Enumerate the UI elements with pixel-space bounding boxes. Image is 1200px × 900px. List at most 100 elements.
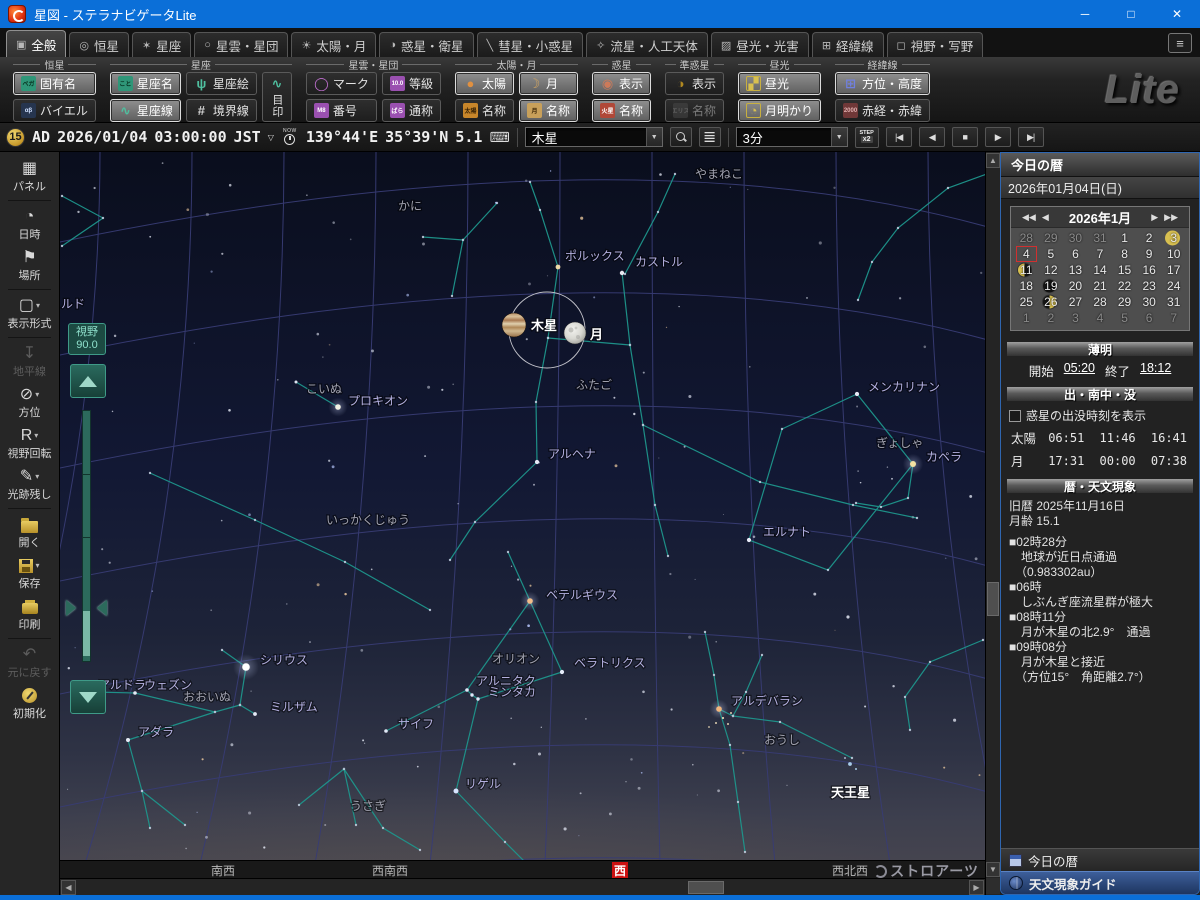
calendar-day[interactable]: 27 <box>1063 294 1088 310</box>
play-button[interactable]: ▶ <box>984 127 1011 147</box>
keyboard-icon[interactable]: ⌨ <box>489 129 509 146</box>
ribbon-button-1-0[interactable]: こと 星座名 <box>109 72 181 95</box>
tab-10[interactable]: ◻ 視野・写野 <box>886 32 984 57</box>
twilight-end-link[interactable]: 18:12 <box>1140 361 1171 380</box>
timezone-dropdown-icon[interactable]: ▽ <box>268 133 274 142</box>
horizontal-scrollbar[interactable]: ◀ ▶ <box>60 878 985 895</box>
ribbon-button-0-0[interactable]: ベガ 固有名 <box>13 72 96 95</box>
object-list-button[interactable]: ≣ <box>698 127 721 147</box>
tab-4[interactable]: ☀ 太陽・月 <box>291 32 377 57</box>
ribbon-button-2-3[interactable]: ばら 通称 <box>381 99 441 122</box>
scroll-right-icon[interactable]: ▶ <box>969 880 984 895</box>
calendar-day[interactable]: 6 <box>1137 310 1162 326</box>
sidebar-item-8[interactable]: ⊘ ▾ 方位 <box>0 382 59 423</box>
ribbon-button-4-0[interactable]: ◉ 表示 <box>591 72 651 95</box>
vertical-scroll-thumb[interactable] <box>987 582 999 616</box>
twilight-start-link[interactable]: 05:20 <box>1064 361 1095 380</box>
tab-1[interactable]: ◎ 恒星 <box>69 32 130 57</box>
calendar-prev-icon[interactable]: ◀ <box>1039 212 1052 222</box>
calendar-day[interactable]: 17 <box>1161 262 1186 278</box>
sidebar-item-17[interactable]: 初期化 <box>0 683 59 724</box>
panel-tab-1[interactable]: 天文現象ガイド <box>1001 871 1199 894</box>
calendar-day[interactable]: 12 <box>1039 262 1064 278</box>
calendar-day[interactable]: 5 <box>1039 246 1064 262</box>
scroll-down-icon[interactable]: ▼ <box>986 862 1000 877</box>
ribbon-button-7-0[interactable]: ⊞ 方位・高度 <box>835 72 931 95</box>
ribbon-button-2-0[interactable]: ◯ マーク <box>305 72 377 95</box>
calendar-day[interactable]: 10 <box>1161 246 1186 262</box>
step-button[interactable]: STEP x2 <box>854 126 879 148</box>
calendar-day[interactable]: 21 <box>1088 278 1113 294</box>
tab-7[interactable]: ✧ 流星・人工天体 <box>586 32 708 57</box>
sidebar-item-5[interactable]: ▢ ▾ 表示形式 <box>0 293 59 334</box>
play-back-button[interactable]: ◀ <box>918 127 945 147</box>
horizontal-scroll-thumb[interactable] <box>688 881 724 894</box>
tab-2[interactable]: ✶ 星座 <box>132 32 192 57</box>
calendar-day[interactable]: 7 <box>1088 246 1113 262</box>
now-button[interactable]: NOW <box>281 129 299 145</box>
sidebar-item-10[interactable]: ✎ ▾ 光跡残し <box>0 464 59 505</box>
scroll-left-icon[interactable]: ◀ <box>61 880 76 895</box>
star-chart[interactable]: やまねこ かに ポルックス カストル 木星月こいぬ プロキオン ふたご アルヘナ メンカリナンぎ… <box>60 152 985 860</box>
ribbon-button-3-3[interactable]: 月名称 <box>518 99 578 122</box>
calendar-day[interactable]: 1 <box>1112 230 1137 246</box>
calendar-day[interactable]: 23 <box>1137 278 1162 294</box>
date-value[interactable]: 2026/01/04 <box>57 128 147 146</box>
ribbon-button-4-1[interactable]: 火星 名称 <box>591 99 651 122</box>
ribbon-button-1-3[interactable]: # 境界線 <box>185 99 257 122</box>
calendar-day[interactable]: 4 <box>1088 310 1113 326</box>
ribbon-button-6-0[interactable]: ▞ 昼光 <box>738 72 822 95</box>
calendar-day[interactable]: 31 <box>1088 230 1113 246</box>
ribbon-button-1-tall[interactable]: ∿ 目印 <box>261 72 292 122</box>
sidebar-item-12[interactable]: 開く <box>0 512 59 553</box>
stop-button[interactable]: ■ <box>951 127 978 147</box>
ribbon-button-6-1[interactable]: ◔ 月明かり <box>738 99 822 122</box>
time-value[interactable]: 03:00:00 <box>154 128 226 146</box>
calendar-day[interactable]: 28 <box>1014 230 1039 246</box>
calendar-day[interactable]: 5 <box>1112 310 1137 326</box>
calendar-day[interactable]: 18 <box>1014 278 1039 294</box>
calendar-day[interactable]: 25 <box>1014 294 1039 310</box>
skip-forward-button[interactable]: ▶| <box>1017 127 1044 147</box>
sidebar-item-3[interactable]: ⚑ 場所 <box>0 245 59 286</box>
tab-9[interactable]: ⊞ 経緯線 <box>811 32 884 57</box>
calendar-day[interactable]: 19 <box>1039 278 1064 294</box>
calendar-day[interactable]: 24 <box>1161 278 1186 294</box>
calendar-day[interactable]: 2 <box>1137 230 1162 246</box>
zoom-slider-track[interactable] <box>82 410 91 662</box>
menu-icon[interactable]: ≡ <box>1168 33 1192 53</box>
minimize-button[interactable]: ─ <box>1062 0 1108 28</box>
ribbon-button-3-0[interactable]: ● 太陽 <box>454 72 514 95</box>
calendar-day[interactable]: 11 <box>1014 262 1039 278</box>
calendar-prev-icon[interactable]: ◀◀ <box>1019 212 1039 222</box>
ribbon-button-5-0[interactable]: ◑ 表示 <box>665 72 725 95</box>
limit-magnitude-value[interactable]: 5.1 <box>455 128 482 146</box>
calendar-day[interactable]: 29 <box>1112 294 1137 310</box>
tab-3[interactable]: ○ 星雲・星団 <box>194 32 289 57</box>
calendar-day[interactable]: 3 <box>1063 310 1088 326</box>
calendar-next-icon[interactable]: ▶▶ <box>1161 212 1181 222</box>
checkbox-icon[interactable] <box>1009 409 1021 422</box>
interval-select[interactable]: 3分 ▼ <box>735 127 848 147</box>
calendar-day[interactable]: 2 <box>1039 310 1064 326</box>
tab-6[interactable]: ╲ 彗星・小惑星 <box>476 32 584 57</box>
calendar-day[interactable]: 1 <box>1014 310 1039 326</box>
target-select[interactable]: 木星 ▼ <box>524 127 663 147</box>
skip-back-button[interactable]: |◀ <box>885 127 912 147</box>
calendar-day[interactable]: 3 <box>1161 230 1186 246</box>
calendar-next-icon[interactable]: ▶ <box>1148 212 1161 222</box>
calendar-day[interactable]: 14 <box>1088 262 1113 278</box>
sidebar-item-13[interactable]: ▾ 保存 <box>0 553 59 594</box>
calendar-day[interactable]: 26 <box>1039 294 1064 310</box>
calendar-day[interactable]: 8 <box>1112 246 1137 262</box>
scroll-up-icon[interactable]: ▲ <box>986 153 1000 168</box>
zoom-in-button[interactable] <box>70 364 106 398</box>
tab-8[interactable]: ▨ 昼光・光害 <box>710 32 809 57</box>
sidebar-item-2[interactable]: ◔ 日時 <box>0 204 59 245</box>
ribbon-button-3-2[interactable]: ☽ 月 <box>518 72 578 95</box>
longitude-value[interactable]: 139°44'E <box>306 128 378 146</box>
calendar-day[interactable]: 15 <box>1112 262 1137 278</box>
tab-0[interactable]: ▣ 全般 <box>6 30 67 57</box>
calendar-day[interactable]: 30 <box>1063 230 1088 246</box>
sidebar-item-9[interactable]: R ▾ 視野回転 <box>0 423 59 464</box>
